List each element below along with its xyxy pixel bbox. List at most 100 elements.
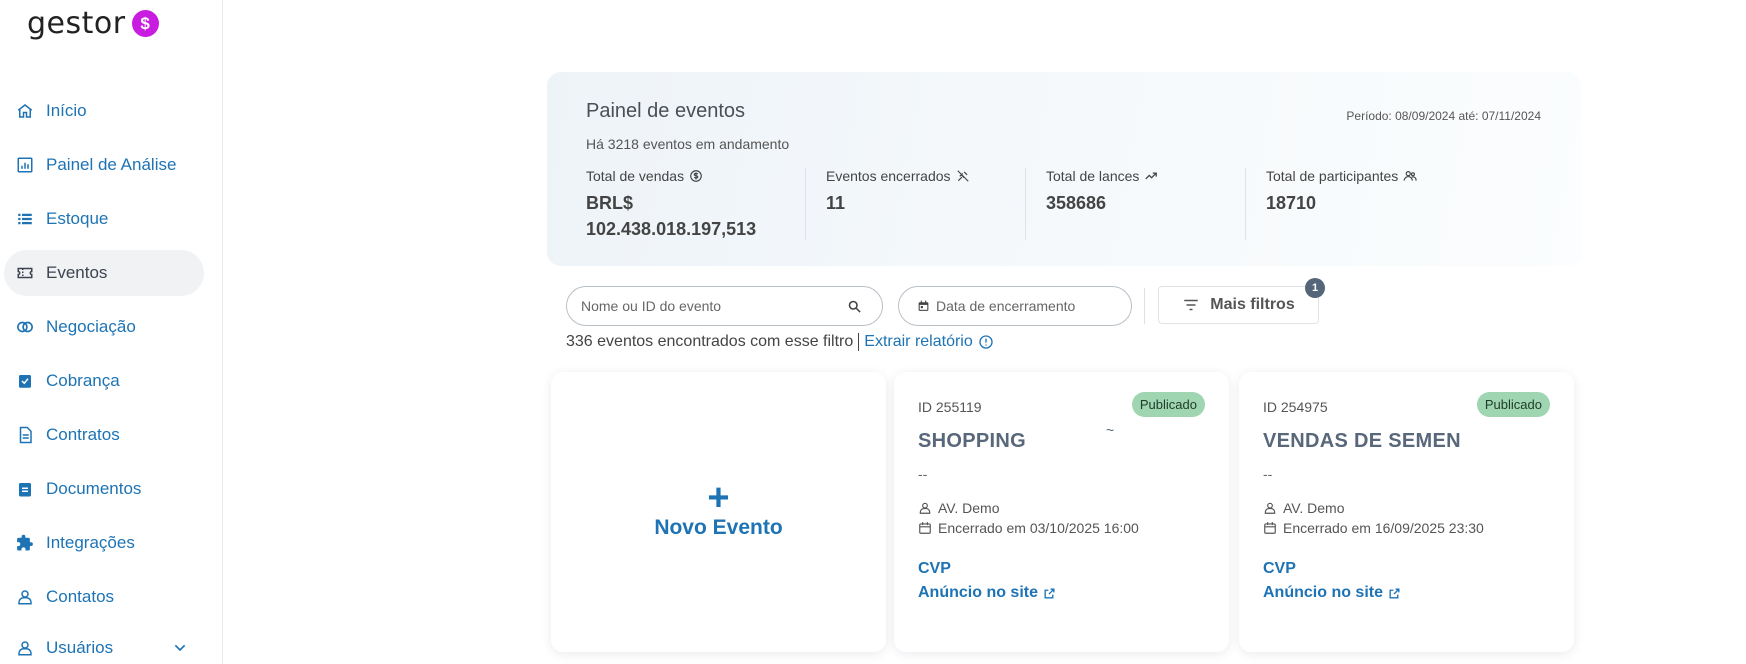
event-id: ID 255119 xyxy=(918,399,982,415)
clipboard-icon xyxy=(14,478,36,500)
results-count-text: 336 eventos encontrados com esse filtro xyxy=(566,333,854,350)
stats-row: Total de vendas BRL$ 102.438.018.197,513… xyxy=(586,168,1466,240)
export-report-label: Extrair relatório xyxy=(864,333,973,350)
calendar-icon xyxy=(1264,522,1276,534)
sidebar-item-label: Documentos xyxy=(46,479,142,498)
sidebar-item-label: Estoque xyxy=(46,209,109,228)
sidebar-item-integracoes[interactable]: Integrações xyxy=(4,520,204,566)
sidebar-item-contratos[interactable]: Contratos xyxy=(4,412,204,458)
event-site-link[interactable]: Anúncio no site xyxy=(1263,584,1401,602)
event-id: ID 254975 xyxy=(1263,399,1328,415)
sidebar-item-cobranca[interactable]: Cobrança xyxy=(4,358,204,404)
new-event-label: Novo Evento xyxy=(654,516,783,539)
calendar-icon xyxy=(919,522,931,534)
event-name-mark: ~ xyxy=(1106,422,1115,438)
new-event-card[interactable]: + Novo Evento xyxy=(551,372,886,652)
sidebar-item-label: Eventos xyxy=(46,263,108,282)
info-icon[interactable] xyxy=(978,334,994,350)
filter-divider xyxy=(1144,288,1145,324)
sidebar-item-label: Negociação xyxy=(46,317,136,336)
sidebar-item-label: Contatos xyxy=(46,587,115,606)
sidebar-item-estoque[interactable]: Estoque xyxy=(4,196,204,242)
sidebar-item-label: Contratos xyxy=(46,425,120,444)
dollar-badge-icon: $ xyxy=(131,10,159,37)
status-badge: Publicado xyxy=(1476,392,1550,417)
sidebar-item-negociacao[interactable]: Negociação xyxy=(4,304,204,350)
sidebar-item-label: Início xyxy=(46,101,87,120)
sidebar-item-inicio[interactable]: Início xyxy=(4,88,204,134)
sidebar-item-documentos[interactable]: Documentos xyxy=(4,466,204,512)
active-filters-badge: 1 xyxy=(1305,278,1325,298)
sidebar-nav: Início Painel de Análise Estoque Eventos… xyxy=(4,88,204,664)
event-seller: AV. Demo xyxy=(918,500,999,516)
stat-value: 358686 xyxy=(1046,193,1107,213)
brand-logo[interactable]: gestor $ xyxy=(27,6,159,41)
sidebar-item-usuarios[interactable]: Usuários xyxy=(4,628,204,664)
chart-icon xyxy=(14,154,36,176)
puzzle-icon xyxy=(14,532,36,554)
search-icon[interactable] xyxy=(847,299,862,314)
group-icon xyxy=(1403,171,1417,181)
person-icon xyxy=(1264,502,1276,514)
event-site-link-label: Anúncio no site xyxy=(918,584,1038,601)
stat-label: Total de lances xyxy=(1046,168,1140,184)
event-closing: Encerrado em 16/09/2025 23:30 xyxy=(1263,520,1484,536)
export-report-link[interactable]: Extrair relatório xyxy=(864,333,993,351)
stat-value-currency: BRL$ xyxy=(586,193,634,213)
plus-icon: + xyxy=(707,477,730,519)
page-title: Painel de eventos xyxy=(586,100,746,122)
events-summary-panel: Painel de eventos Há 3218 eventos em and… xyxy=(547,72,1581,266)
gavel-off-icon xyxy=(956,170,969,182)
stat-value: 18710 xyxy=(1266,193,1317,213)
more-filters-label: Mais filtros xyxy=(1210,296,1295,313)
closing-date-input[interactable] xyxy=(936,298,1117,314)
stat-value-amount: 102.438.018.197,513 xyxy=(586,219,757,239)
filter-icon xyxy=(1184,299,1199,311)
external-link-icon xyxy=(1044,587,1055,599)
event-name: SHOPPING xyxy=(918,430,1026,452)
more-filters-button[interactable]: Mais filtros xyxy=(1158,286,1319,324)
sidebar-item-painel-analise[interactable]: Painel de Análise xyxy=(4,142,204,188)
stat-total-sales: Total de vendas BRL$ 102.438.018.197,513 xyxy=(586,168,806,240)
event-type: CVP xyxy=(918,560,951,577)
sidebar-item-contatos[interactable]: Contatos xyxy=(4,574,204,620)
closing-date-field[interactable] xyxy=(898,286,1132,326)
calendar-icon xyxy=(918,300,929,311)
stat-label: Total de vendas xyxy=(586,168,685,184)
event-seller: AV. Demo xyxy=(1263,500,1344,516)
results-separator xyxy=(858,333,860,351)
sidebar-item-label: Cobrança xyxy=(46,371,120,390)
sidebar-item-label: Usuários xyxy=(46,638,114,657)
chevron-down-icon[interactable] xyxy=(172,640,188,656)
search-input[interactable] xyxy=(581,298,847,314)
search-field[interactable] xyxy=(566,286,883,326)
document-icon xyxy=(14,424,36,446)
event-description: -- xyxy=(918,466,928,482)
stat-closed-events: Eventos encerrados 11 xyxy=(806,168,1026,240)
event-card[interactable]: ID 254975 Publicado VENDAS DE SEMEN -- A… xyxy=(1239,372,1574,652)
stat-label: Eventos encerrados xyxy=(826,168,951,184)
person-icon xyxy=(14,637,36,659)
person-icon xyxy=(14,586,36,608)
person-icon xyxy=(919,502,931,514)
event-closing-date: Encerrado em 16/09/2025 23:30 xyxy=(1283,520,1484,536)
status-badge: Publicado xyxy=(1131,392,1205,417)
event-name: VENDAS DE SEMEN xyxy=(1263,430,1461,452)
brand-name: gestor xyxy=(27,6,126,41)
event-closing-date: Encerrado em 03/10/2025 16:00 xyxy=(938,520,1139,536)
event-site-link[interactable]: Anúncio no site xyxy=(918,584,1056,602)
event-type: CVP xyxy=(1263,560,1296,577)
period-text: Período: 08/09/2024 até: 07/11/2024 xyxy=(1346,109,1541,123)
dollar-circle-icon xyxy=(690,170,702,182)
stat-total-participants: Total de participantes 18710 xyxy=(1246,168,1466,240)
home-icon xyxy=(14,100,36,122)
list-icon xyxy=(14,208,36,230)
trending-up-icon xyxy=(1145,172,1158,180)
event-closing: Encerrado em 03/10/2025 16:00 xyxy=(918,520,1139,536)
external-link-icon xyxy=(1389,587,1400,599)
sidebar: gestor $ Início Painel de Análise Estoqu… xyxy=(0,0,223,664)
circles-icon xyxy=(14,316,36,338)
stat-total-bids: Total de lances 358686 xyxy=(1026,168,1246,240)
event-card[interactable]: ID 255119 Publicado SHOPPING ~ -- AV. De… xyxy=(894,372,1229,652)
sidebar-item-eventos[interactable]: Eventos xyxy=(4,250,204,296)
